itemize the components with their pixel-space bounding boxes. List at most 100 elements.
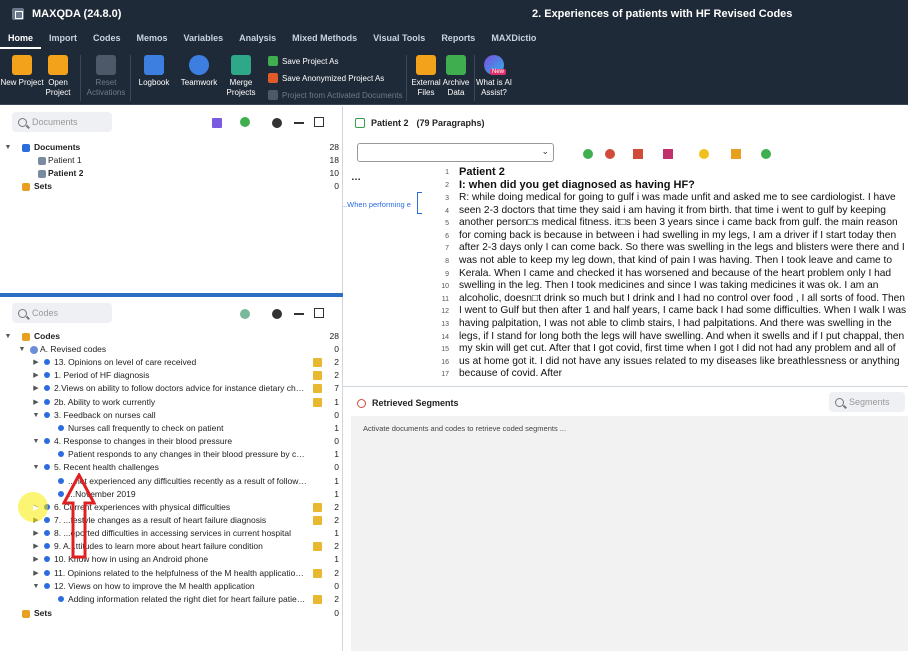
chevron-down-icon[interactable]: ▼ — [32, 409, 40, 422]
code-tree-row[interactable]: ...November 2019 1 — [0, 488, 343, 501]
code-tree-row[interactable]: ▼ 3. Feedback on nurses call 0 — [0, 409, 343, 422]
chevron-down-icon[interactable]: ▼ — [18, 343, 26, 356]
code-tree-row[interactable]: Nurses call frequently to check on patie… — [0, 422, 343, 435]
undock-icon[interactable] — [314, 117, 324, 127]
line-number: 9 — [445, 270, 449, 278]
chevron-right-icon[interactable]: ▶ — [32, 382, 40, 395]
documents-search[interactable]: Documents — [12, 112, 112, 132]
minimize-icon[interactable] — [294, 313, 304, 315]
chevron-right-icon[interactable]: ▶ — [32, 527, 40, 540]
chevron-down-icon[interactable]: ▼ — [32, 461, 40, 474]
code-tree-row[interactable]: ▶ 2b. Ability to work currently 1 — [0, 396, 343, 409]
gear-icon[interactable] — [272, 118, 282, 128]
open-project-button[interactable]: Open Project — [36, 55, 80, 98]
teamwork-button[interactable]: Teamwork — [177, 55, 221, 88]
tree-row-sets[interactable]: Sets 0 — [0, 607, 343, 620]
code-tree-row[interactable]: Patient responds to any changes in their… — [0, 448, 343, 461]
code-tree-row[interactable]: ▶7. ...festyle changes as a result of he… — [0, 514, 343, 527]
code-tree-row[interactable]: ▶ 13. Opinions on level of care received 2 — [0, 356, 343, 369]
code-tree-row[interactable]: ▼ 4. Response to changes in their blood p… — [0, 435, 343, 448]
minimize-icon[interactable] — [294, 122, 304, 124]
edit-icon[interactable] — [355, 118, 365, 128]
code-tree-row[interactable]: ▼ A. Revised codes 0 — [0, 343, 343, 356]
codes-search[interactable]: Codes — [12, 303, 112, 323]
memo-icon[interactable] — [731, 149, 741, 159]
save-anonymized-button[interactable]: Save Anonymized Project As — [268, 73, 384, 83]
code-tree-row[interactable]: ▶ 1. Period of HF diagnosis 2 — [0, 369, 343, 382]
chevron-right-icon[interactable]: ▶ — [32, 540, 40, 553]
tab-home[interactable]: Home — [0, 28, 42, 49]
code-with-active-icon[interactable] — [605, 149, 615, 159]
project-from-activated-button[interactable]: Project from Activated Documents — [268, 90, 403, 100]
menu-bar: Home Import Codes Memos Variables Analys… — [0, 28, 908, 49]
tree-row-documents[interactable]: ▼ Documents 28 — [0, 141, 343, 154]
memo-icon[interactable] — [313, 384, 322, 394]
code-count: 2 — [334, 514, 339, 525]
chevron-right-icon[interactable]: ▶ — [32, 567, 40, 580]
tab-memos[interactable]: Memos — [129, 28, 176, 49]
teamwork-icon — [189, 55, 209, 75]
undock-icon[interactable] — [314, 308, 324, 318]
chevron-down-icon[interactable]: ▼ — [32, 435, 40, 448]
chevron-right-icon[interactable]: ▶ — [32, 356, 40, 369]
memo-icon[interactable] — [313, 502, 322, 512]
logbook-button[interactable]: Logbook — [132, 55, 176, 88]
undo-code-icon[interactable] — [761, 149, 771, 159]
code-count: 7 — [334, 383, 339, 394]
chevron-down-icon[interactable]: ▼ — [32, 580, 40, 593]
code-tree-row[interactable]: ▼ 5. Recent health challenges 0 — [0, 461, 343, 474]
memo-icon[interactable] — [313, 515, 322, 525]
code-selector-dropdown[interactable]: ⌄ — [357, 143, 554, 162]
memo-icon[interactable] — [313, 542, 322, 552]
ai-assist-button[interactable]: What is AI Assist? — [472, 55, 516, 98]
coding-bracket — [417, 192, 422, 214]
tab-visual-tools[interactable]: Visual Tools — [365, 28, 433, 49]
code-with-new-code-icon[interactable] — [583, 149, 593, 159]
tab-reports[interactable]: Reports — [433, 28, 483, 49]
new-code-icon[interactable] — [240, 309, 250, 319]
code-tree-row[interactable]: ▶ 10. Know how in using an Android phone 1 — [0, 553, 343, 566]
save-project-as-button[interactable]: Save Project As — [268, 56, 338, 66]
tab-mixed-methods[interactable]: Mixed Methods — [284, 28, 365, 49]
code-tree-row[interactable]: ▶ 9. A...ttitudes to learn more about hea… — [0, 540, 343, 553]
reset-activations-button[interactable]: Reset Activations — [84, 55, 128, 98]
project-from-activated-icon — [268, 90, 278, 100]
code-label: 1. Period of HF diagnosis — [54, 370, 150, 381]
chevron-right-icon[interactable]: ▶ — [32, 396, 40, 409]
tab-import[interactable]: Import — [41, 28, 85, 49]
memo-icon[interactable] — [313, 371, 322, 381]
code-tree-row[interactable]: ▼ 12. Views on how to improve the M healt… — [0, 580, 343, 593]
memo-icon[interactable] — [313, 397, 322, 407]
code-color-icon — [58, 595, 64, 602]
memo-icon[interactable] — [313, 568, 322, 578]
tab-codes[interactable]: Codes — [85, 28, 129, 49]
memo-icon[interactable] — [313, 594, 322, 604]
more-options-icon[interactable]: … — [351, 172, 361, 183]
tree-row-codes[interactable]: ▼ Codes 28 — [0, 330, 343, 343]
tree-row-document[interactable]: Patient 1 18 — [0, 154, 343, 167]
tab-analysis[interactable]: Analysis — [231, 28, 284, 49]
tab-variables[interactable]: Variables — [176, 28, 232, 49]
code-tree-row[interactable]: ▶ 11. Opinions related to the helpfulness… — [0, 567, 343, 580]
segments-search[interactable]: Segments — [829, 392, 905, 412]
chevron-right-icon[interactable]: ▶ — [32, 553, 40, 566]
chevron-right-icon[interactable]: ▶ — [32, 369, 40, 382]
tab-maxdictio[interactable]: MAXDictio — [483, 28, 544, 49]
memo-icon[interactable] — [313, 358, 322, 368]
add-document-icon[interactable] — [240, 117, 250, 127]
code-tree-row[interactable]: ▶ 8. ...eported difficulties in accessing… — [0, 527, 343, 540]
code-tree-row[interactable]: Adding information related the right die… — [0, 593, 343, 606]
code-in-vivo-icon[interactable] — [633, 149, 643, 159]
document-text[interactable]: Patient 2 I: when did you get diagnosed … — [459, 166, 908, 380]
code-tree-row[interactable]: ▶ 2.Views on ability to follow doctors ad… — [0, 382, 343, 395]
tree-row-document[interactable]: Patient 2 10 — [0, 167, 343, 180]
activate-icon[interactable] — [212, 118, 222, 128]
tree-row-sets[interactable]: Sets 0 — [0, 180, 343, 193]
merge-projects-button[interactable]: Merge Projects — [219, 55, 263, 98]
code-tree-row[interactable]: ...not experienced any difficulties rece… — [0, 475, 343, 488]
open-project-icon — [48, 55, 68, 75]
code-tree-row[interactable]: ▶6. Current experiences with physical di… — [0, 501, 343, 514]
highlighter-icon[interactable] — [663, 149, 673, 159]
gear-icon[interactable] — [272, 309, 282, 319]
emoticode-icon[interactable] — [699, 149, 709, 159]
